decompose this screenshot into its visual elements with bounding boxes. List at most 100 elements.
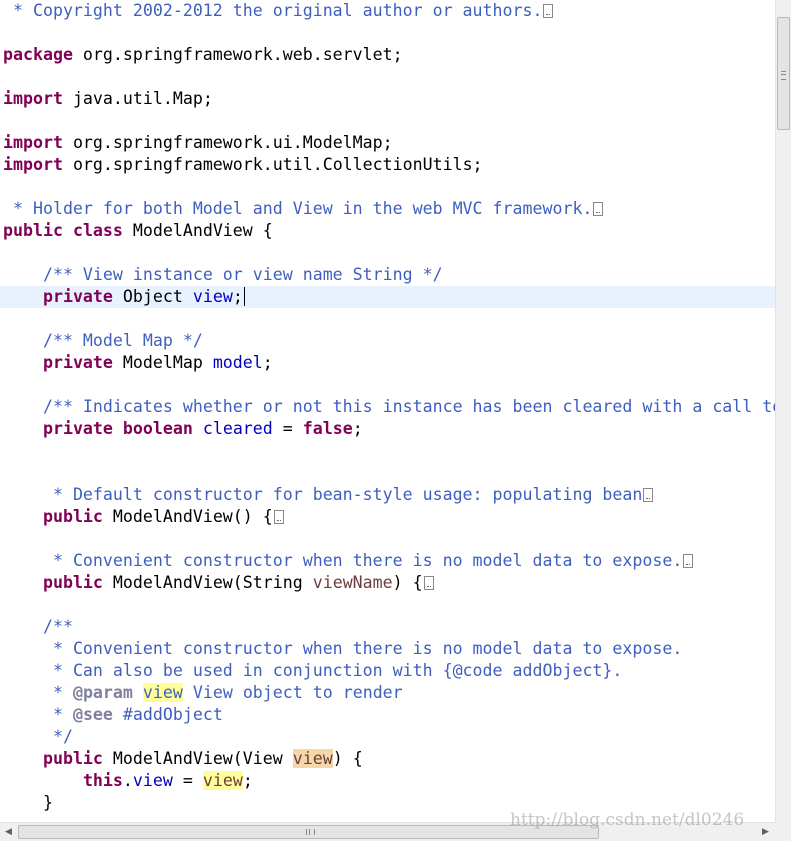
keyword: public — [42, 749, 103, 768]
occurrence-highlight: view — [142, 683, 183, 702]
keyword: public — [42, 507, 103, 526]
watermark: http://blog.csdn.net/dl0246 — [510, 810, 745, 830]
code-line-cleared-comment[interactable]: /** Indicates whether or not this instan… — [3, 396, 775, 418]
comment-text: * — [42, 705, 73, 724]
code-line-viewname-ctor[interactable]: public ModelAndView(String viewName) { — [3, 572, 434, 594]
keyword: public — [42, 573, 103, 592]
code-line-class-declaration[interactable]: public class ModelAndView { — [3, 220, 273, 242]
code-line-model-comment[interactable]: /** Model Map */ — [3, 330, 203, 352]
scroll-right-arrow-icon[interactable]: ▶ — [757, 823, 774, 841]
folded-code-icon[interactable] — [643, 488, 654, 502]
comment-text: View object to render — [182, 683, 403, 702]
parameter-name: viewName — [312, 573, 393, 592]
code-text: } — [42, 793, 53, 812]
scrollbar-corner — [775, 822, 791, 841]
code-line-package[interactable]: package org.springframework.web.servlet; — [3, 44, 403, 66]
grip-icon — [781, 71, 786, 80]
code-line-view-field-current[interactable]: private Object view; — [0, 286, 775, 308]
code-line-javadoc-see[interactable]: * @see #addObject — [3, 704, 223, 726]
code-text: org.springframework.ui.ModelMap; — [62, 133, 393, 152]
code-text: Object — [112, 287, 193, 306]
scroll-left-arrow-icon[interactable]: ◀ — [0, 823, 17, 841]
comment-text: */ — [42, 727, 73, 746]
code-text: ModelMap — [112, 353, 213, 372]
code-line-javadoc-open[interactable]: /** — [3, 616, 73, 638]
code-text: ) { — [332, 749, 363, 768]
keyword: false — [302, 419, 353, 438]
field-name: view — [192, 287, 233, 306]
keyword: public — [3, 221, 63, 240]
text-cursor — [243, 287, 245, 306]
code-line-javadoc-addobject[interactable]: * Can also be used in conjunction with {… — [3, 660, 622, 682]
grip-icon — [306, 829, 315, 835]
code-line-javadoc-close[interactable]: */ — [3, 726, 73, 748]
code-line-import-modelmap[interactable]: import org.springframework.ui.ModelMap; — [3, 132, 393, 154]
javadoc-tag: @see — [72, 705, 113, 724]
folded-code-icon[interactable] — [273, 510, 284, 524]
keyword: import — [3, 89, 63, 108]
code-text: java.util.Map; — [62, 89, 213, 108]
comment-text: * Convenient constructor when there is n… — [42, 639, 683, 658]
keyword: private — [42, 353, 113, 372]
keyword: import — [3, 155, 63, 174]
keyword: class — [72, 221, 123, 240]
code-editor[interactable]: * Copyright 2002-2012 the original autho… — [0, 0, 775, 822]
keyword: boolean — [122, 419, 193, 438]
folded-code-icon[interactable] — [593, 202, 604, 216]
comment-text: #addObject — [112, 705, 223, 724]
vertical-scrollbar-thumb[interactable] — [777, 17, 790, 130]
field-name: cleared — [202, 419, 273, 438]
code-line-javadoc-summary[interactable]: * Convenient constructor when there is n… — [3, 638, 682, 660]
code-line-import-map[interactable]: import java.util.Map; — [3, 88, 213, 110]
comment-text: * Default constructor for bean-style usa… — [42, 485, 643, 504]
comment-text: /** View instance or view name String */ — [42, 265, 443, 284]
code-text: org.springframework.util.CollectionUtils… — [62, 155, 483, 174]
code-text: ; — [232, 287, 243, 306]
comment-text: /** Indicates whether or not this instan… — [42, 397, 775, 416]
code-text: ModelAndView(View — [102, 749, 293, 768]
code-line-javadoc-param[interactable]: * @param view View object to render — [3, 682, 403, 704]
code-text: ModelAndView { — [122, 221, 273, 240]
code-line-view-ctor[interactable]: public ModelAndView(View view) { — [3, 748, 363, 770]
code-text: ; — [352, 419, 363, 438]
keyword: package — [3, 45, 73, 64]
code-line-import-collectionutils[interactable]: import org.springframework.util.Collecti… — [3, 154, 483, 176]
comment-text: * Convenient constructor when there is n… — [42, 551, 683, 570]
code-text: ModelAndView(String — [102, 573, 313, 592]
code-line-close-brace[interactable]: } — [3, 792, 53, 814]
code-text: ; — [242, 771, 253, 790]
code-text: = — [172, 771, 203, 790]
comment-text: * — [42, 683, 73, 702]
field-name: view — [132, 771, 173, 790]
code-line-model-field[interactable]: private ModelMap model; — [3, 352, 273, 374]
code-line-cleared-field[interactable]: private boolean cleared = false; — [3, 418, 363, 440]
keyword: import — [3, 133, 63, 152]
code-line-copyright[interactable]: * Copyright 2002-2012 the original autho… — [3, 0, 554, 22]
code-text: ; — [262, 353, 273, 372]
folded-code-icon[interactable] — [423, 576, 434, 590]
vertical-scrollbar[interactable] — [775, 0, 791, 822]
keyword: private — [42, 419, 113, 438]
javadoc-tag: @param — [72, 683, 133, 702]
code-line-default-ctor-javadoc[interactable]: * Default constructor for bean-style usa… — [3, 484, 654, 506]
code-line-default-ctor[interactable]: public ModelAndView() { — [3, 506, 284, 528]
variable-occurrence-highlight: view — [202, 771, 243, 790]
folded-code-icon[interactable] — [683, 554, 694, 568]
code-line-view-comment[interactable]: /** View instance or view name String */ — [3, 264, 443, 286]
code-line-class-javadoc[interactable]: * Holder for both Model and View in the … — [3, 198, 604, 220]
comment-text: * Copyright 2002-2012 the original autho… — [3, 1, 543, 20]
comment-text: * Holder for both Model and View in the … — [3, 199, 593, 218]
code-text: ) { — [392, 573, 423, 592]
keyword: this — [82, 771, 123, 790]
code-line-viewname-ctor-javadoc[interactable]: * Convenient constructor when there is n… — [3, 550, 694, 572]
parameter-occurrence-highlight: view — [292, 749, 333, 768]
code-text: org.springframework.web.servlet; — [72, 45, 403, 64]
code-text: = — [272, 419, 303, 438]
code-text: . — [122, 771, 133, 790]
code-line-view-assign[interactable]: this.view = view; — [3, 770, 253, 792]
comment-text: * Can also be used in conjunction with {… — [42, 661, 623, 680]
keyword: private — [42, 287, 113, 306]
folded-code-icon[interactable] — [543, 4, 554, 18]
comment-text: /** — [42, 617, 73, 636]
field-name: model — [212, 353, 263, 372]
